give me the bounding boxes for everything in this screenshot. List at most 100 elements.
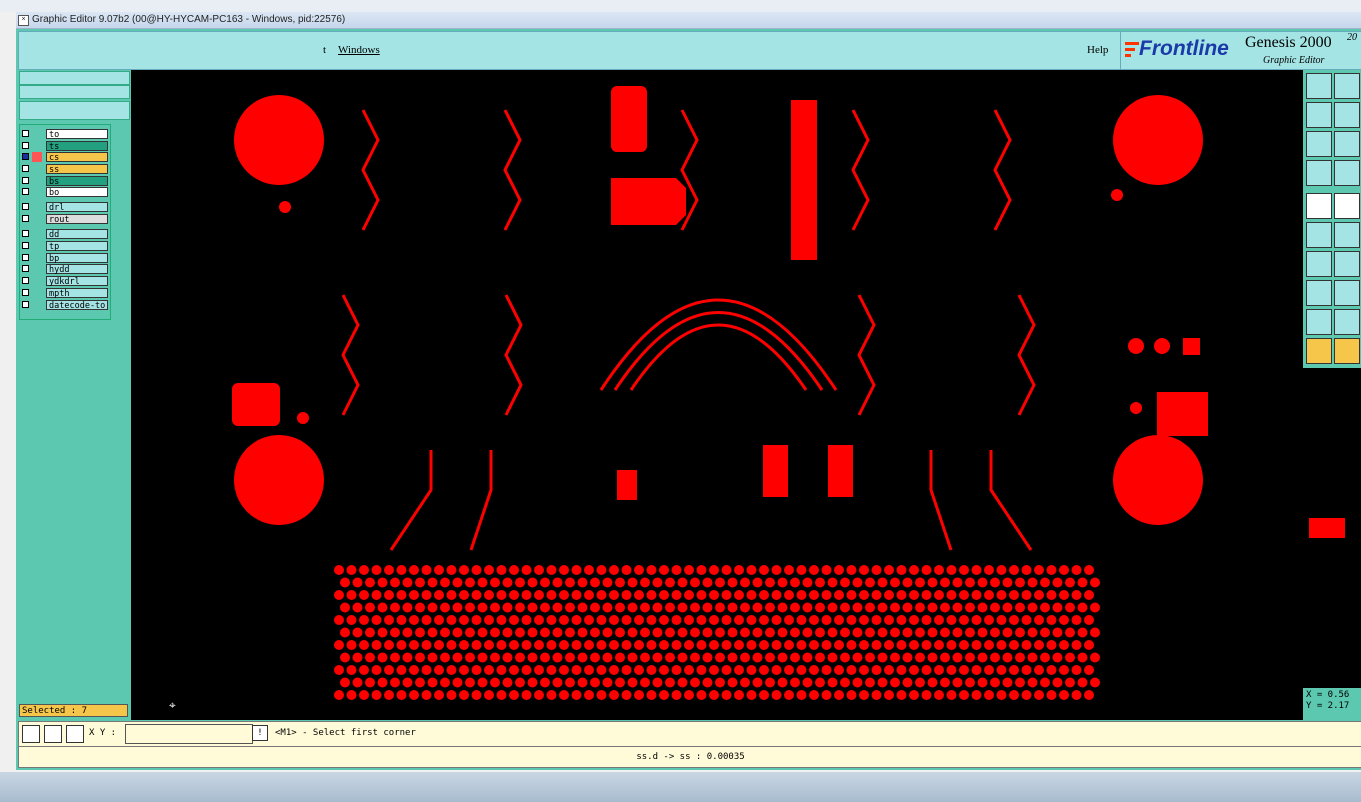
layer-checkbox[interactable]: [22, 153, 29, 160]
layer-checkbox[interactable]: [22, 277, 29, 284]
zoom-fit-icon[interactable]: [1306, 131, 1332, 157]
layer-row[interactable]: rout: [22, 214, 108, 225]
layer-row[interactable]: bp: [22, 253, 108, 264]
bga-ball: [946, 665, 957, 675]
pointer-select-icon[interactable]: [1334, 338, 1360, 364]
layer-name[interactable]: mpth: [46, 288, 108, 299]
bga-ball: [740, 652, 750, 663]
layer-name[interactable]: hydd: [46, 264, 108, 275]
bga-ball: [1084, 565, 1094, 575]
layer-row[interactable]: ydkdrl: [22, 276, 108, 287]
zoom-prev-icon[interactable]: [44, 725, 62, 743]
bga-ball: [496, 565, 507, 575]
menu-item-help[interactable]: Help: [1087, 44, 1108, 56]
layer-name[interactable]: datecode-to: [46, 300, 108, 311]
layer-row[interactable]: hydd: [22, 264, 108, 275]
layer-name[interactable]: rout: [46, 214, 108, 225]
bga-ball: [796, 590, 807, 600]
bga-ball: [1009, 590, 1019, 600]
layer-name[interactable]: drl: [46, 202, 108, 213]
xy-input[interactable]: [125, 724, 253, 744]
angle-icon[interactable]: [1306, 251, 1332, 277]
bga-ball: [890, 602, 900, 613]
zoom-home-icon[interactable]: [66, 725, 84, 743]
layer-name[interactable]: ts: [46, 141, 108, 152]
layer-row[interactable]: ts: [22, 141, 108, 152]
bga-ball: [1002, 627, 1013, 638]
bga-ball: [771, 565, 782, 575]
layer-row[interactable]: cs: [22, 152, 108, 163]
layer-name[interactable]: tp: [46, 241, 108, 252]
window-controls[interactable]: [1319, 15, 1359, 25]
bga-ball: [902, 627, 913, 638]
layer-name[interactable]: cs: [46, 152, 108, 163]
move-right-icon[interactable]: [1334, 102, 1360, 128]
pointer-icon[interactable]: [1306, 338, 1332, 364]
layer-name[interactable]: bs: [46, 176, 108, 187]
minus-icon[interactable]: [1334, 280, 1360, 306]
layer-checkbox[interactable]: [22, 177, 29, 184]
info-icon[interactable]: !: [252, 725, 268, 741]
select-mode-icon[interactable]: [1306, 193, 1332, 219]
triangle-icon[interactable]: [1306, 309, 1332, 335]
bga-ball: [446, 640, 457, 650]
triangle-outline-icon[interactable]: [1334, 309, 1360, 335]
layer-row[interactable]: ss: [22, 164, 108, 175]
layer-row[interactable]: drl: [22, 202, 108, 213]
move-down-icon[interactable]: [1334, 73, 1360, 99]
menu-item-partial[interactable]: t: [323, 44, 326, 56]
move-left-icon[interactable]: [1306, 102, 1332, 128]
layer-row[interactable]: bo: [22, 187, 108, 198]
layer-row[interactable]: tp: [22, 241, 108, 252]
polygon-select-icon[interactable]: [1334, 193, 1360, 219]
menu-item-windows[interactable]: Windows: [338, 44, 380, 56]
layer-checkbox[interactable]: [22, 188, 29, 195]
layer-checkbox[interactable]: [22, 142, 29, 149]
bga-ball: [752, 577, 763, 588]
grid-icon[interactable]: [1334, 160, 1360, 186]
bga-ball: [534, 665, 544, 675]
layer-checkbox[interactable]: [22, 165, 29, 172]
layer-row[interactable]: mpth: [22, 288, 108, 299]
layer-row[interactable]: dd: [22, 229, 108, 240]
layer-row[interactable]: datecode-to: [22, 300, 108, 311]
current-color-swatch[interactable]: [1309, 518, 1345, 538]
shape-icon[interactable]: [1306, 280, 1332, 306]
connect-icon[interactable]: [1306, 222, 1332, 248]
bga-ball: [671, 690, 682, 700]
bga-ball: [446, 590, 457, 600]
layer-name[interactable]: ss: [46, 164, 108, 175]
layer-checkbox[interactable]: [22, 230, 29, 237]
line-icon[interactable]: [1334, 251, 1360, 277]
bga-ball: [415, 627, 425, 638]
cross-icon[interactable]: [1334, 222, 1360, 248]
bga-ball: [640, 652, 650, 663]
bga-ball: [471, 665, 482, 675]
bga-ball: [846, 565, 857, 575]
bga-ball: [602, 652, 613, 663]
bga-ball: [521, 590, 532, 600]
layer-row[interactable]: to: [22, 129, 108, 140]
bga-ball: [509, 565, 519, 575]
bga-ball: [527, 677, 538, 688]
layer-name[interactable]: bp: [46, 253, 108, 264]
move-up-icon[interactable]: [1306, 73, 1332, 99]
layer-checkbox[interactable]: [22, 203, 29, 210]
layer-checkbox[interactable]: [22, 130, 29, 137]
layer-checkbox[interactable]: [22, 215, 29, 222]
measure-icon[interactable]: [1306, 160, 1332, 186]
layer-checkbox[interactable]: [22, 289, 29, 296]
layer-checkbox[interactable]: [22, 301, 29, 308]
layer-checkbox[interactable]: [22, 265, 29, 272]
zoom-window-icon[interactable]: [22, 725, 40, 743]
layer-checkbox[interactable]: [22, 242, 29, 249]
layer-name[interactable]: bo: [46, 187, 108, 198]
bga-ball: [459, 690, 469, 700]
layer-row[interactable]: bs: [22, 176, 108, 187]
zoom-center-icon[interactable]: [1334, 131, 1360, 157]
layer-name[interactable]: dd: [46, 229, 108, 240]
layer-name[interactable]: to: [46, 129, 108, 140]
layer-checkbox[interactable]: [22, 254, 29, 261]
layer-name[interactable]: ydkdrl: [46, 276, 108, 287]
graphic-canvas[interactable]: ⌖: [131, 70, 1303, 720]
